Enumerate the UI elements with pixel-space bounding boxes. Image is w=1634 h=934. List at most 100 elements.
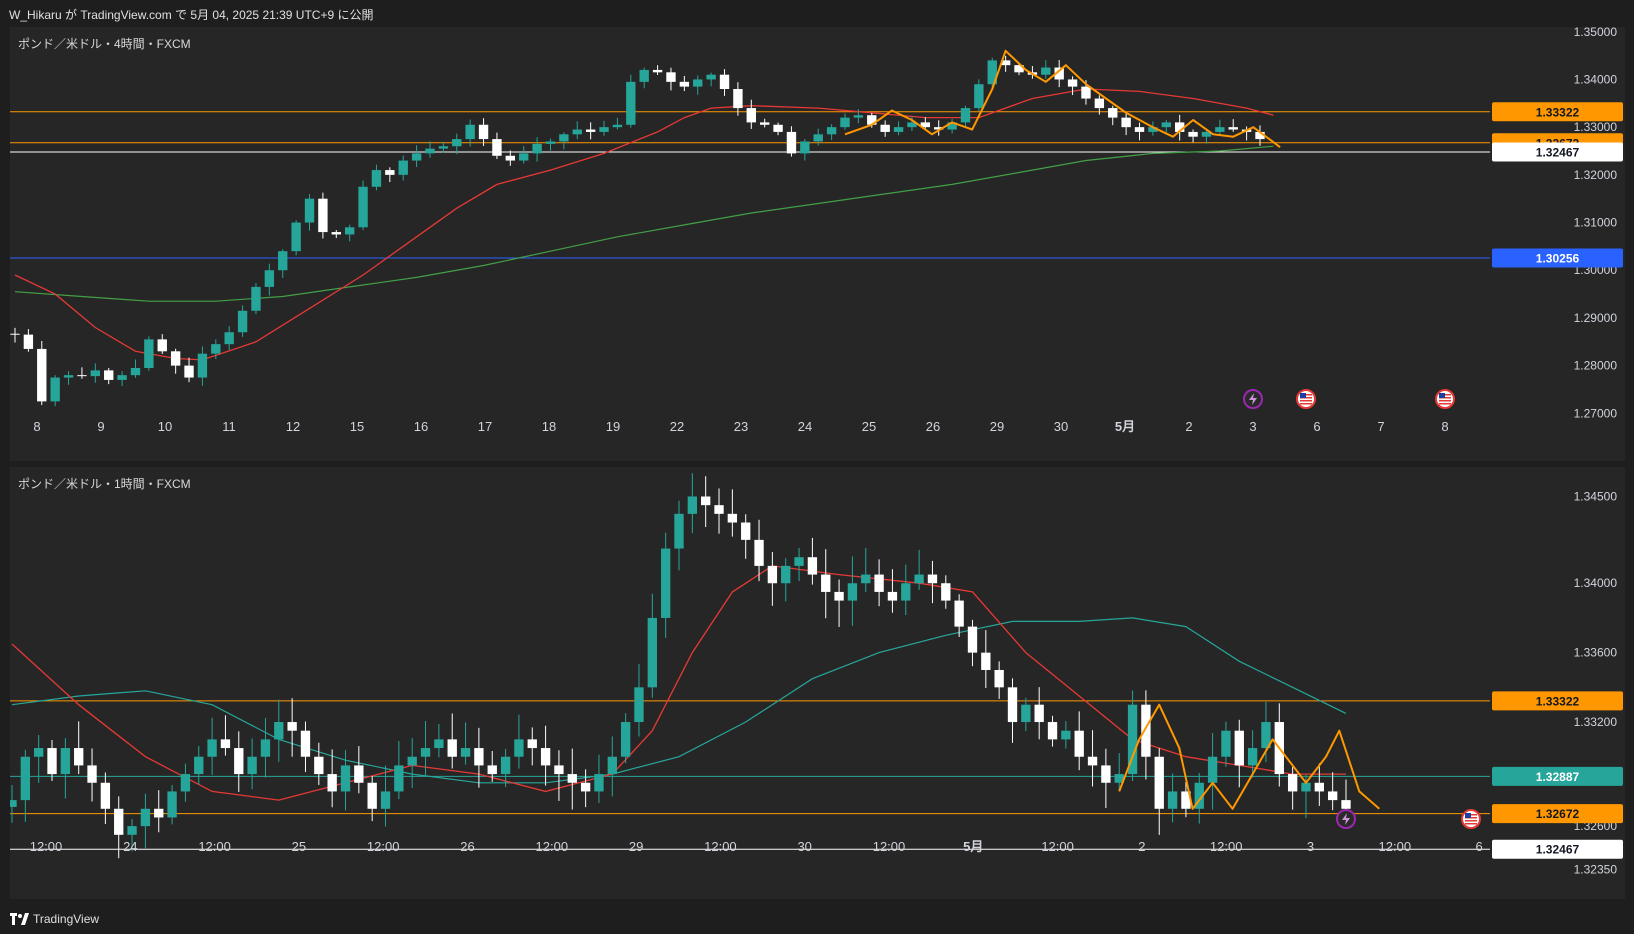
candle-body — [74, 748, 84, 766]
candle-body — [1161, 122, 1171, 128]
candle-body — [1234, 730, 1244, 766]
candle-body — [1314, 782, 1324, 792]
candle-body — [167, 791, 177, 818]
candle-body — [318, 198, 328, 233]
candle-body — [634, 687, 644, 723]
candle-body — [50, 377, 60, 402]
y-tick-label: 1.34000 — [1574, 72, 1618, 86]
candle-body — [607, 756, 617, 775]
candle-body — [1007, 687, 1018, 723]
candle-body — [599, 127, 609, 132]
candle-body — [834, 591, 844, 601]
candle-body — [274, 722, 284, 740]
candle-body — [559, 134, 569, 142]
candle-body — [767, 565, 778, 584]
candle-body — [580, 782, 591, 792]
y-tick-label: 1.35000 — [1574, 27, 1618, 39]
us-flag-event-icon — [1461, 809, 1481, 829]
candle-body — [300, 730, 311, 757]
price-label-text: 1.32887 — [1536, 770, 1580, 784]
x-tick-label: 9 — [97, 419, 104, 434]
candle-body — [197, 353, 208, 378]
candle-body — [117, 375, 127, 380]
candle-body — [371, 170, 382, 187]
candle-body — [626, 81, 636, 125]
candle-body — [1074, 730, 1084, 757]
chart-1h-canvas[interactable]: 1.345001.340001.336001.332001.326001.323… — [10, 467, 1625, 899]
x-tick-label: 11 — [222, 419, 236, 434]
x-tick-label: 25 — [862, 419, 876, 434]
x-tick-label: 15 — [350, 419, 364, 434]
candle-body — [380, 791, 391, 809]
candle-body — [87, 765, 97, 783]
y-tick-label: 1.34500 — [1574, 489, 1618, 503]
candle-body — [291, 222, 301, 252]
chart-pane-4h[interactable]: 1.35000 1.34000 1.33000 1.32000 1.31000 1.300… — [10, 27, 1625, 461]
candle-body — [385, 170, 395, 175]
publish-info: W_Hikaru が TradingView.com で 5月 04, 2025… — [9, 8, 374, 22]
candle-body — [1101, 765, 1111, 783]
chart-4h-canvas[interactable]: 1.350001.340001.330001.320001.310001.300… — [10, 27, 1625, 461]
y-tick-label: 1.32000 — [1574, 168, 1618, 182]
x-tick-label: 18 — [542, 419, 556, 434]
chart-pane-1h[interactable]: 1.34500 1.34000 1.33600 1.33200 1.32600 1.323… — [10, 467, 1625, 899]
candle-body — [314, 756, 324, 775]
x-tick-label: 19 — [606, 419, 620, 434]
x-tick-label: 12:00 — [704, 839, 737, 854]
candle-body — [278, 251, 288, 271]
candle-body — [1141, 704, 1151, 757]
candle-body — [465, 124, 475, 140]
candle-body — [1228, 127, 1238, 130]
candle-body — [1034, 704, 1044, 723]
candle-body — [1221, 730, 1231, 757]
x-tick-label: 22 — [670, 419, 684, 434]
candle-body — [733, 89, 743, 109]
candle-body — [170, 351, 181, 366]
candle-body — [853, 115, 864, 118]
x-tick-label: 12:00 — [873, 839, 906, 854]
candle-body — [1215, 127, 1225, 132]
x-tick-label: 10 — [158, 419, 172, 434]
candle-body — [759, 122, 770, 125]
x-tick-label: 12:00 — [536, 839, 569, 854]
y-tick-label: 1.33600 — [1574, 646, 1618, 660]
candle-body — [434, 739, 444, 749]
x-tick-label: 23 — [734, 419, 748, 434]
candle-body — [914, 574, 924, 584]
candle-body — [1108, 108, 1118, 118]
x-tick-label: 12:00 — [198, 839, 231, 854]
candle-body — [460, 748, 471, 757]
x-tick-label: 26 — [460, 839, 474, 854]
footer-brand[interactable]: TradingView — [33, 912, 99, 926]
candle-body — [901, 583, 911, 601]
x-tick-label: 8 — [33, 419, 40, 434]
candle-body — [974, 84, 984, 109]
candle-body — [10, 333, 20, 335]
candle-body — [874, 574, 884, 592]
tradingview-logo-icon[interactable] — [10, 913, 30, 925]
candle-body — [180, 774, 191, 792]
y-tick-label: 1.32350 — [1574, 863, 1618, 877]
x-tick-label: 29 — [990, 419, 1004, 434]
candle-body — [960, 108, 971, 123]
candle-body — [1094, 98, 1105, 109]
candle-body — [1301, 782, 1311, 792]
candle-body — [354, 765, 364, 783]
x-tick-label: 2 — [1138, 839, 1145, 854]
candle-body — [287, 722, 297, 731]
candle-body — [407, 756, 417, 766]
candle-body — [967, 626, 978, 653]
candle-body — [861, 574, 871, 584]
candle-body — [10, 800, 17, 807]
candle-body — [794, 557, 804, 566]
chart-1h-title: ポンド／米ドル・1時間・FXCM — [18, 477, 191, 491]
y-tick-label: 1.34000 — [1574, 576, 1618, 590]
x-tick-label: 6 — [1475, 839, 1482, 854]
chart-4h-title: ポンド／米ドル・4時間・FXCM — [18, 37, 191, 51]
candle-body — [572, 129, 582, 135]
x-tick-label: 26 — [926, 419, 940, 434]
candle-body — [492, 139, 502, 156]
candle-body — [545, 141, 556, 144]
candle-body — [893, 127, 904, 132]
candle-body — [394, 765, 404, 792]
